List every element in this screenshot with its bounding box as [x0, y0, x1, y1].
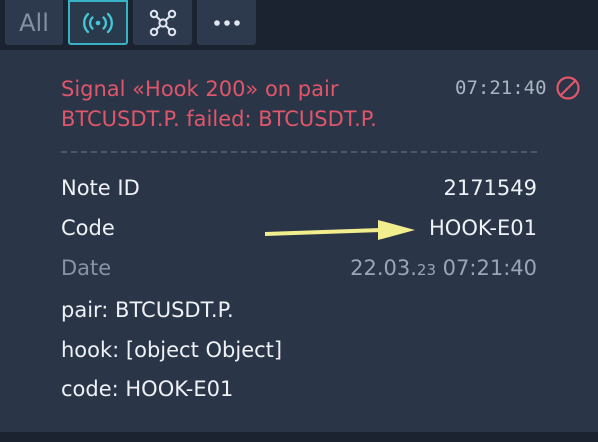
panel-bottom-bar	[0, 432, 598, 442]
payload-pair: pair: BTCUSDT.P.	[61, 298, 234, 322]
date-label: Date	[61, 256, 112, 280]
tab-all[interactable]: All	[5, 0, 63, 45]
date-year: 23	[416, 261, 436, 279]
dashed-divider	[61, 151, 537, 153]
payload-code: code: HOOK-E01	[61, 377, 234, 401]
tab-all-label: All	[19, 8, 49, 37]
code-value: HOOK-E01	[429, 216, 537, 240]
annotation-arrow-icon	[265, 220, 415, 240]
ban-icon[interactable]	[555, 75, 581, 101]
notification-message: Signal «Hook 200» on pair BTCUSDT.P. fai…	[61, 77, 377, 131]
notification-time: 07:21:40	[455, 77, 547, 99]
date-prefix: 22.03.	[350, 256, 417, 280]
top-toolbar: All	[0, 0, 598, 50]
more-horizontal-icon	[213, 19, 240, 26]
tab-network[interactable]	[133, 0, 192, 45]
more-options-button[interactable]	[197, 0, 256, 45]
date-time: 07:21:40	[436, 256, 537, 280]
payload-hook: hook: [object Object]	[61, 338, 283, 362]
network-icon	[149, 9, 176, 36]
note-id-label: Note ID	[61, 176, 140, 200]
note-id-value: 2171549	[443, 176, 537, 200]
date-value: 22.03.23 07:21:40	[350, 256, 537, 280]
code-label: Code	[61, 216, 115, 240]
tab-signal[interactable]	[68, 0, 128, 45]
signal-icon	[83, 12, 113, 33]
